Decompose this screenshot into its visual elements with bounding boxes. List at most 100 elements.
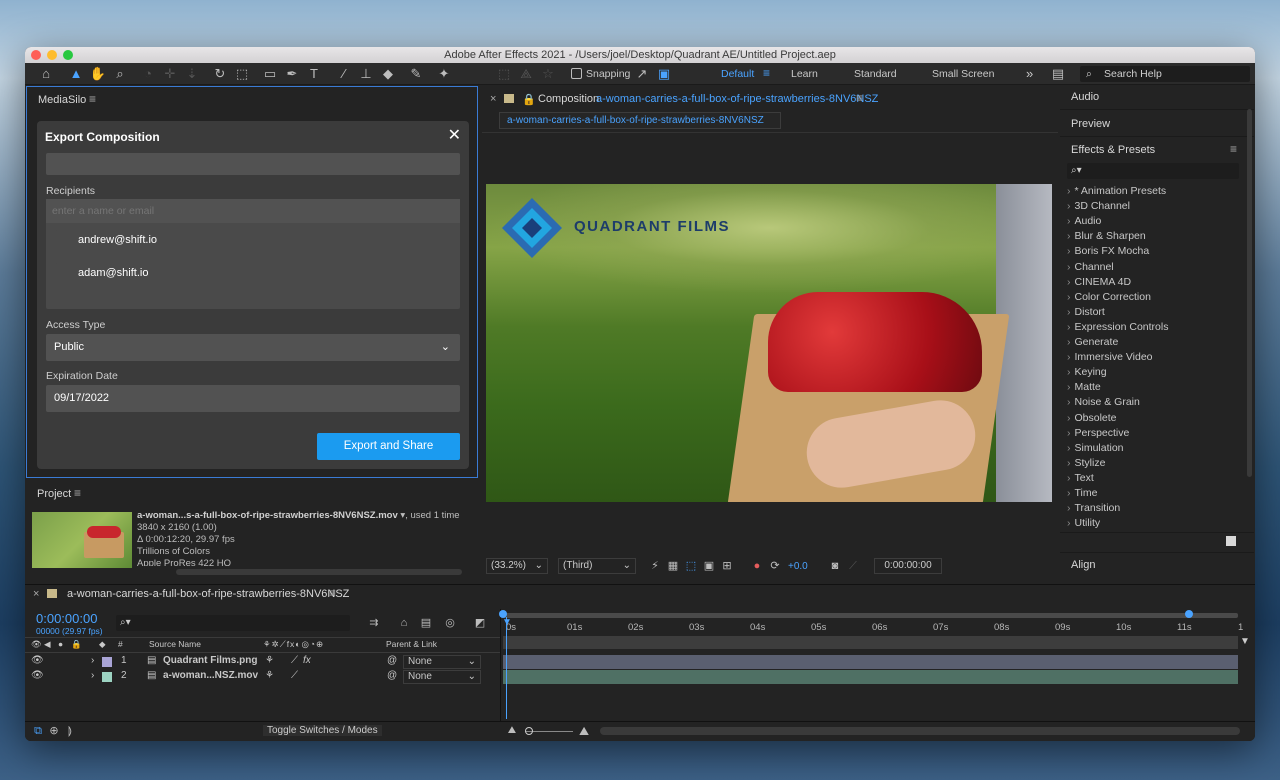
comp-flowchart-icon[interactable]: ⇉ [365,614,383,632]
preview-panel-tab[interactable]: Preview [1060,111,1254,137]
effects-category-item[interactable]: › Simulation [1067,442,1124,454]
composition-subtab[interactable]: a-woman-carries-a-full-box-of-ripe-straw… [499,112,781,129]
export-and-share-button[interactable]: Export and Share [317,433,460,460]
eye-icon[interactable]: 👁 [31,670,44,681]
align-tab-label[interactable]: Align [1071,559,1095,571]
effects-search-input[interactable]: ⌕▾ [1067,163,1239,179]
pen-tool-icon[interactable]: ✒ [283,65,301,83]
label-tag-icon[interactable]: ◆ [99,639,106,650]
workspace-small-screen[interactable]: Small Screen [932,68,994,80]
layer-1-bar[interactable] [503,655,1238,669]
region-of-interest-icon[interactable]: ▣ [700,557,718,575]
new-bin-icon[interactable] [1226,536,1236,546]
quality-switch-icon[interactable]: ⟋ [291,655,298,666]
zoom-in-icon[interactable]: ⛰ [575,722,593,740]
parent-pickwhip-icon[interactable]: @ [387,670,397,681]
comp-marker-icon[interactable]: ▼ [1240,636,1250,647]
pan-behind-tool-icon[interactable]: ⬚ [233,65,251,83]
access-type-select[interactable]: Public ⌄ [46,334,460,361]
workspace-learn[interactable]: Learn [791,68,818,80]
transparency-grid-icon[interactable]: ▦ [664,557,682,575]
close-tab-icon[interactable]: × [490,93,496,105]
shy-layers-icon[interactable]: ▤ [417,614,435,632]
dolly-camera-icon[interactable]: ⇣ [183,65,201,83]
shy-switch-icon[interactable]: ⚘ [265,655,274,666]
effects-category-item[interactable]: › Boris FX Mocha [1067,245,1149,257]
playhead-icon[interactable]: ▼ [502,617,512,628]
draft-3d-icon[interactable]: ⌂ [395,614,413,632]
current-time-indicator[interactable] [506,617,507,719]
source-name-header[interactable]: Source Name [149,639,201,649]
panel-menu-icon[interactable]: ≡ [1230,142,1237,156]
snapshot-icon[interactable]: ◙ [826,557,844,575]
zoom-slider-handle[interactable] [525,727,533,735]
axis-world-icon[interactable]: ⟁ [517,65,535,83]
show-snapshot-icon[interactable]: ⟋ [844,557,862,575]
parent-select[interactable]: None ⌄ [403,670,481,684]
effects-category-item[interactable]: › Utility [1067,517,1100,529]
chevron-right-icon[interactable]: › [91,670,94,681]
effects-category-item[interactable]: › Stylize [1067,457,1105,469]
snapping-checkbox[interactable] [571,68,582,79]
selection-tool-icon[interactable]: ▲ [67,65,85,83]
effects-category-item[interactable]: › Transition [1067,502,1120,514]
effects-category-item[interactable]: › Matte [1067,381,1101,393]
toggle-switches-modes-button[interactable]: Toggle Switches / Modes [263,725,382,736]
work-area-bar[interactable] [503,613,1238,618]
audio-panel-tab[interactable]: Audio [1060,86,1254,110]
effects-category-item[interactable]: › Keying [1067,366,1107,378]
quality-switch-icon[interactable]: ⟋ [291,670,298,681]
exposure-value[interactable]: +0.0 [788,561,808,572]
axis-local-icon[interactable]: ⬚ [495,65,513,83]
layer-name[interactable]: a-woman...NSZ.mov [163,670,258,681]
layer-row[interactable]: 👁 › 2 ▤ a-woman...NSZ.mov ⚘ ⟋ @ None ⌄ [25,670,500,685]
panel-menu-icon[interactable]: ≡ [89,92,96,106]
layer-label-color[interactable] [102,672,112,682]
expiration-date-field[interactable]: 09/17/2022 [46,385,460,412]
effects-category-item[interactable]: › Perspective [1067,427,1129,439]
sync-settings-icon[interactable]: ▤ [1049,65,1067,83]
viewer-timecode[interactable]: 0:00:00:00 [874,558,942,574]
work-area-end-handle[interactable] [1185,610,1193,618]
panel-menu-icon[interactable]: ≡ [329,586,336,600]
orbit-camera-icon[interactable]: ◔ [139,65,157,83]
effects-category-item[interactable]: › Distort [1067,306,1105,318]
maximize-window-button[interactable] [63,50,73,60]
solo-switch-icon[interactable]: ● [58,639,63,649]
roto-brush-tool-icon[interactable]: ✎ [407,65,425,83]
lock-icon[interactable]: 🔒 [522,93,536,106]
workspace-menu-icon[interactable]: ≡ [763,66,770,80]
graph-editor-icon[interactable]: ◩ [471,614,489,632]
effects-category-item[interactable]: › Audio [1067,215,1101,227]
effects-scrollbar[interactable] [1247,109,1252,477]
effects-category-item[interactable]: › * Animation Presets [1067,185,1166,197]
effects-category-item[interactable]: › Color Correction [1067,291,1151,303]
fast-previews-icon[interactable]: ⚡ [646,557,664,575]
parent-select[interactable]: None ⌄ [403,655,481,669]
effects-category-item[interactable]: › Obsolete [1067,412,1117,424]
zoom-select[interactable]: (33.2%) ⌄ [486,558,548,574]
effects-category-item[interactable]: › CINEMA 4D [1067,276,1131,288]
effects-category-item[interactable]: › Time [1067,487,1097,499]
composition-tab-name[interactable]: a-woman-carries-a-full-box-of-ripe-straw… [596,93,878,105]
frame-blending-icon[interactable]: ◎ [441,614,459,632]
composition-name-field[interactable] [46,153,460,175]
effects-category-item[interactable]: › Channel [1067,261,1114,273]
video-switch-icon[interactable]: 👁 [31,639,42,650]
axis-view-icon[interactable]: ☆ [539,65,557,83]
search-help-field[interactable]: ⌕ Search Help [1080,66,1250,82]
shy-switch-icon[interactable]: ⚘ [265,670,274,681]
effects-category-item[interactable]: › Immersive Video [1067,351,1153,363]
resolution-select[interactable]: (Third) ⌄ [558,558,636,574]
close-icon[interactable]: ✕ [448,125,461,145]
layer-row[interactable]: 👁 › 1 ▤ Quadrant Films.png ⚘ ⟋ fx @ None… [25,655,500,670]
close-window-button[interactable] [31,50,41,60]
effects-switch[interactable]: fx [303,655,311,666]
eye-icon[interactable]: 👁 [31,655,44,666]
timeline-search-input[interactable]: ⌕▾ [116,615,350,631]
mask-visibility-icon[interactable]: ⬚ [682,557,700,575]
layer-label-color[interactable] [102,657,112,667]
timeline-tab-name[interactable]: a-woman-carries-a-full-box-of-ripe-straw… [67,588,349,600]
layer-2-bar[interactable] [503,670,1238,684]
parent-pickwhip-icon[interactable]: @ [387,655,397,666]
